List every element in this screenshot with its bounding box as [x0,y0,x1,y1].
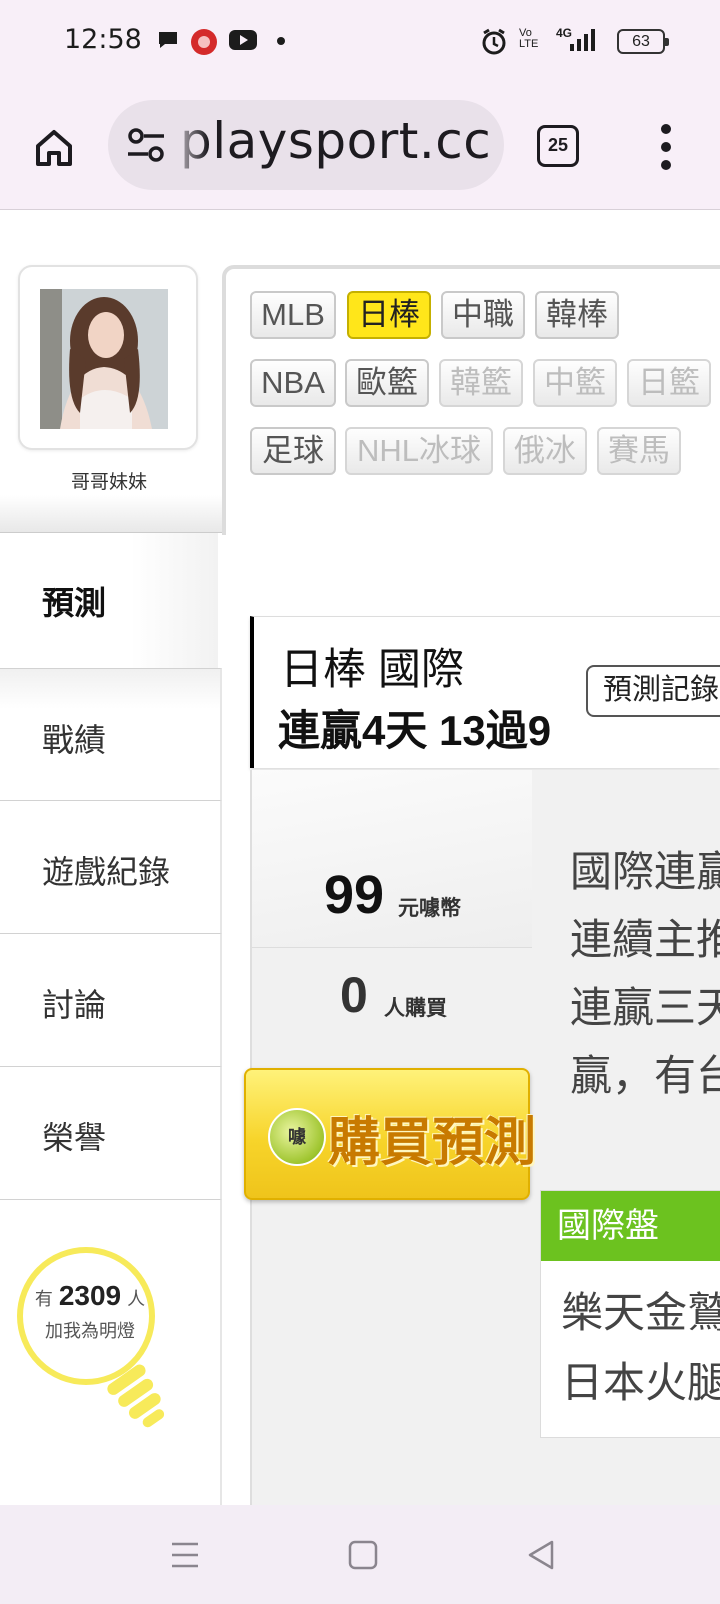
sidebar-item-prediction[interactable]: 預測 [0,533,218,668]
status-bar: 12:58 Vo LTE 4G 63 [0,0,720,82]
sidebar-item-label: 討論 [42,987,107,1023]
league-horse-racing[interactable]: 賽馬 [597,427,681,475]
app-notification-icon [191,29,217,55]
browser-menu-icon[interactable] [652,124,682,170]
league-b-league[interactable]: 日籃 [627,359,711,407]
avatar-card[interactable] [18,265,198,450]
sidebar-item-label: 遊戲紀錄 [42,854,171,890]
prediction-streak: 連贏4天 13過9 [278,707,552,754]
sidebar-item-discussion[interactable]: 討論 [0,934,222,1067]
lamp-suffix: 人 [127,1289,146,1309]
league-nhl[interactable]: NHL冰球 [345,427,493,475]
more-notifications-dot-icon [277,37,285,45]
description-line: 國際連贏 [570,848,720,895]
league-euro-basketball[interactable]: 歐籃 [345,359,429,407]
prediction-header: 日棒 國際 連贏4天 13過9 預測記錄 [250,616,720,768]
description-line: 連贏三天 [570,984,720,1031]
lamp-count: 2309 [58,1280,122,1311]
market-line: 樂天金鷲 [561,1289,720,1336]
recent-apps-icon[interactable] [168,1538,202,1572]
url-text[interactable]: playsport.cc [180,112,491,170]
buy-prediction-label: 購買預測 [328,1114,537,1172]
league-npb[interactable]: 日棒 [347,291,431,339]
avatar[interactable] [40,289,168,429]
home-icon[interactable] [30,124,78,172]
league-nba[interactable]: NBA [250,359,336,407]
league-selector: MLB 日棒 中職 韓棒 NBA 歐籃 韓籃 中籃 日籃 足球 NHL冰球 俄冰… [222,265,720,535]
market-line: 日本火腿 [561,1359,720,1406]
tab-switcher-button[interactable]: 25 [537,125,579,167]
league-soccer[interactable]: 足球 [250,427,336,475]
sidebar-item-record[interactable]: 戰績 [0,668,222,801]
prediction-title: 日棒 國際 [280,646,464,694]
system-nav-bar [0,1505,720,1604]
home-nav-icon[interactable] [346,1538,380,1572]
youtube-notification-icon [229,30,257,50]
price-box: 99 元噱幣 [252,770,532,948]
sidebar-item-honor[interactable]: 榮譽 [0,1067,222,1200]
sidebar-item-label: 預測 [42,585,107,621]
league-kbo[interactable]: 韓棒 [535,291,619,339]
browser-toolbar: playsport.cc 25 [0,82,720,210]
buy-prediction-button[interactable]: 噱 購買預測 [244,1068,536,1200]
back-nav-icon[interactable] [524,1538,558,1572]
sidebar-item-game-log[interactable]: 遊戲紀錄 [0,801,222,934]
sidebar-item-label: 戰績 [42,722,107,758]
description-line: 連續主推 [570,916,720,963]
market-box: 國際盤 樂天金鷲 日本火腿 [540,1190,720,1438]
market-header: 國際盤 [541,1191,720,1261]
price-unit: 元噱幣 [398,897,461,920]
battery-indicator: 63 [617,29,669,54]
prediction-description: 國際連贏 連續主推 連贏三天 贏，有台 [570,838,720,1110]
sidebar-menu: 戰績 遊戲紀錄 討論 榮譽 [0,668,222,1200]
sidebar-item-label: 榮譽 [42,1120,107,1156]
buyers-count: 0 [340,967,368,1023]
coin-icon: 噱 [268,1108,326,1166]
league-kbl[interactable]: 韓籃 [439,359,523,407]
sidebar-divider [0,495,222,533]
price-value: 99 [324,865,385,925]
league-khl[interactable]: 俄冰 [503,427,587,475]
volte-label: Vo LTE [519,27,539,50]
league-cpbl[interactable]: 中職 [441,291,525,339]
address-bar[interactable]: playsport.cc [108,100,504,190]
url-fade [168,100,208,190]
league-mlb[interactable]: MLB [250,291,336,339]
signal-strength-icon [570,29,595,51]
user-nickname[interactable]: 哥哥妹妹 [0,467,218,494]
buyers-unit: 人購買 [384,997,447,1020]
prediction-record-button[interactable]: 預測記錄 [586,665,720,717]
alarm-icon [482,28,506,55]
lamp-prefix: 有 [34,1289,53,1309]
lamp-follow-link[interactable]: 加我為明燈 [0,1317,180,1343]
site-settings-icon[interactable] [126,127,166,163]
league-sbl[interactable]: 中籃 [533,359,617,407]
lamp-count-line: 有 2309 人 [0,1280,180,1312]
avatar-photo-icon [40,289,168,429]
description-line: 贏，有台 [570,1052,720,1099]
status-time: 12:58 [64,24,142,55]
chat-notification-icon [159,32,177,48]
